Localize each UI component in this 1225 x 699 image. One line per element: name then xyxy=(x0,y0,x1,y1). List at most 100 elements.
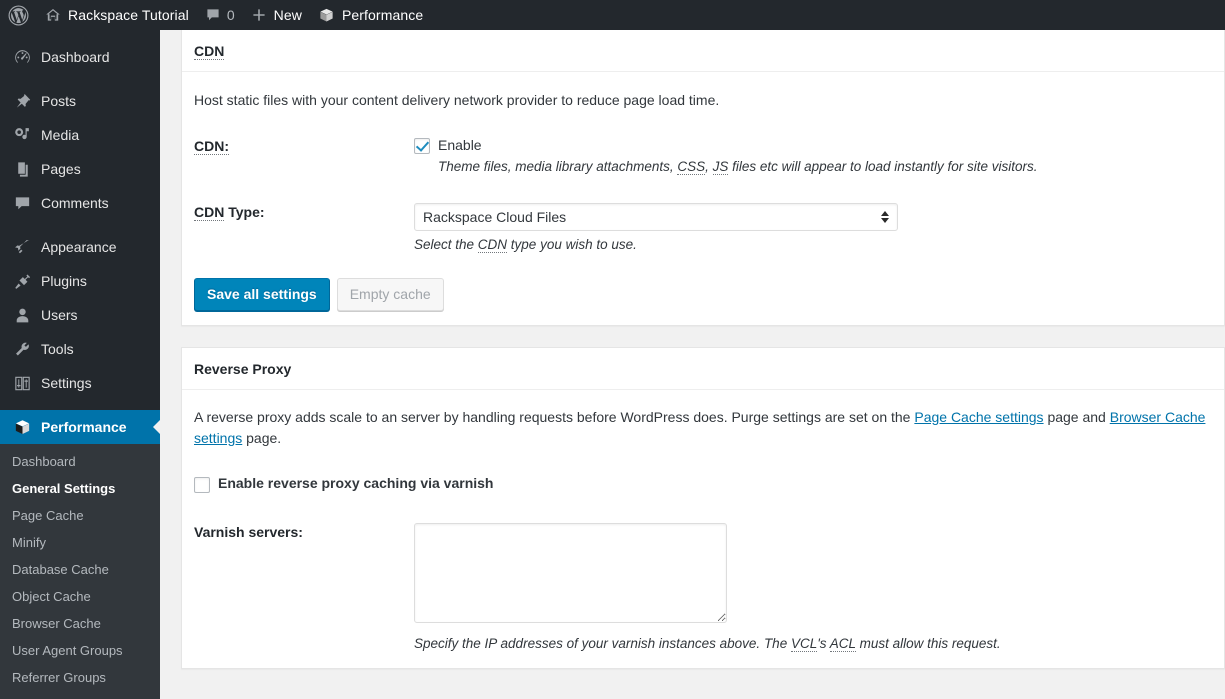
cdn-metabox: CDN Host static files with your content … xyxy=(181,30,1225,327)
reverse-proxy-enable-line: Enable reverse proxy caching via varnish xyxy=(194,475,1212,494)
page-cache-settings-link[interactable]: Page Cache settings xyxy=(914,409,1043,425)
cdn-type-hint: Select the CDN type you wish to use. xyxy=(414,235,1212,255)
sidebar-item-label: Posts xyxy=(41,93,77,109)
vcl-abbr: VCL xyxy=(790,636,818,653)
plug-icon xyxy=(12,271,32,291)
main-content: CDN Host static files with your content … xyxy=(160,30,1225,690)
varnish-servers-hint: Specify the IP addresses of your varnish… xyxy=(414,634,1212,654)
sidebar-subitem-database-cache[interactable]: Database Cache xyxy=(0,556,160,583)
menu-separator xyxy=(0,220,160,230)
sidebar-subitem-referrer-groups[interactable]: Referrer Groups xyxy=(0,664,160,691)
sidebar-item-label: Users xyxy=(41,307,78,323)
cdn-type-field: Rackspace Cloud Files Select the CDN typ… xyxy=(414,202,1212,255)
sidebar-item-appearance[interactable]: Appearance xyxy=(0,230,160,264)
sidebar-item-dashboard[interactable]: Dashboard xyxy=(0,40,160,74)
cdn-type-select-wrap: Rackspace Cloud Files xyxy=(414,202,898,231)
rp-desc-post: page. xyxy=(242,430,282,447)
sliders-icon xyxy=(12,373,32,393)
media-music-icon xyxy=(12,125,32,145)
admin-sidebar: Dashboard Posts Media Pages Comments App… xyxy=(0,30,161,699)
site-name-menu[interactable]: Rackspace Tutorial xyxy=(37,0,197,30)
varnish-servers-field: Specify the IP addresses of your varnish… xyxy=(414,523,1212,654)
cdn-type-select[interactable]: Rackspace Cloud Files xyxy=(414,202,898,231)
new-content-label: New xyxy=(273,7,302,23)
cdn-enable-row: CDN: Enable Theme files, media library a… xyxy=(194,137,1212,177)
sidebar-item-performance[interactable]: Performance xyxy=(0,410,161,444)
performance-submenu: Dashboard General Settings Page Cache Mi… xyxy=(0,444,160,699)
comment-bubble-icon xyxy=(12,193,32,213)
wordpress-logo-button[interactable] xyxy=(0,0,37,30)
varnish-servers-textarea[interactable] xyxy=(414,523,727,624)
rp-desc-pre: A reverse proxy adds scale to an server … xyxy=(194,409,915,426)
plus-icon xyxy=(251,7,267,23)
sidebar-item-label: Pages xyxy=(41,161,81,177)
sidebar-item-label: Plugins xyxy=(41,273,87,289)
cdn-enable-hint: Theme files, media library attachments, … xyxy=(438,157,1212,177)
varnish-servers-row: Varnish servers: Specify the IP addresse… xyxy=(194,523,1212,654)
cdn-metabox-title: CDN xyxy=(182,30,1224,72)
sidebar-item-pages[interactable]: Pages xyxy=(0,152,160,186)
performance-label: Performance xyxy=(341,7,424,23)
rp-desc-mid: page and xyxy=(1043,409,1110,426)
menu-separator xyxy=(0,400,160,410)
sidebar-item-comments[interactable]: Comments xyxy=(0,186,160,220)
sidebar-item-label: Dashboard xyxy=(41,49,110,65)
menu-separator xyxy=(0,74,160,84)
varnish-hint-pre: Specify the IP addresses of your varnish… xyxy=(414,636,791,652)
sidebar-item-label: Performance xyxy=(41,419,127,435)
admin-bar: Rackspace Tutorial 0 New Performance xyxy=(0,0,1225,30)
cdn-button-row: Save all settings Empty cache xyxy=(194,278,1212,312)
sidebar-item-label: Settings xyxy=(41,375,92,391)
sidebar-item-users[interactable]: Users xyxy=(0,298,160,332)
varnish-hint-mid: 's xyxy=(817,636,830,652)
sidebar-subitem-user-agent-groups[interactable]: User Agent Groups xyxy=(0,637,160,664)
cdn-hint-post: files etc will appear to load instantly … xyxy=(728,159,1038,174)
cdn-enable-label: CDN: xyxy=(194,137,414,177)
wrench-icon xyxy=(12,339,32,359)
cdn-type-hint-post: type you wish to use. xyxy=(507,236,637,252)
cdn-enable-checkbox-line: Enable xyxy=(414,137,1212,154)
sidebar-subitem-general-settings[interactable]: General Settings xyxy=(0,475,160,502)
cdn-enable-field: Enable Theme files, media library attach… xyxy=(414,137,1212,177)
performance-menu[interactable]: Performance xyxy=(310,0,431,30)
new-content-menu[interactable]: New xyxy=(243,0,310,30)
w3tc-cube-icon xyxy=(318,7,335,24)
sidebar-item-posts[interactable]: Posts xyxy=(0,84,160,118)
sidebar-subitem-dashboard[interactable]: Dashboard xyxy=(0,448,160,475)
acl-abbr: ACL xyxy=(829,636,856,653)
reverse-proxy-enable-label[interactable]: Enable reverse proxy caching via varnish xyxy=(218,475,493,491)
css-abbr: CSS xyxy=(677,159,706,175)
paintbrush-icon xyxy=(12,237,32,257)
sidebar-item-settings[interactable]: Settings xyxy=(0,366,160,400)
sidebar-item-label: Comments xyxy=(41,195,109,211)
cdn-type-label-abbr: CDN xyxy=(194,203,225,221)
save-all-settings-button[interactable]: Save all settings xyxy=(194,278,330,312)
comments-menu[interactable]: 0 xyxy=(197,0,243,30)
reverse-proxy-title: Reverse Proxy xyxy=(182,348,1224,391)
js-abbr: JS xyxy=(712,159,729,175)
reverse-proxy-description: A reverse proxy adds scale to an server … xyxy=(194,407,1212,449)
sidebar-item-media[interactable]: Media xyxy=(0,118,160,152)
cdn-hint-pre: Theme files, media library attachments, xyxy=(438,159,678,174)
sidebar-subitem-minify[interactable]: Minify xyxy=(0,529,160,556)
reverse-proxy-enable-checkbox[interactable] xyxy=(194,477,210,494)
comment-bubble-icon xyxy=(205,7,221,23)
sidebar-item-label: Media xyxy=(41,127,80,143)
sidebar-item-plugins[interactable]: Plugins xyxy=(0,264,160,298)
cdn-hint-abbr: CDN xyxy=(477,236,508,253)
sidebar-subitem-page-cache[interactable]: Page Cache xyxy=(0,502,160,529)
sidebar-item-tools[interactable]: Tools xyxy=(0,332,160,366)
cdn-description: Host static files with your content deli… xyxy=(194,92,720,108)
cdn-type-row: CDN Type: Rackspace Cloud Files Select t… xyxy=(194,202,1212,255)
cdn-enable-checkbox[interactable] xyxy=(414,138,430,154)
cdn-hint-mid: , xyxy=(705,159,713,174)
pushpin-icon xyxy=(12,91,32,111)
cdn-enable-checkbox-label[interactable]: Enable xyxy=(438,137,482,153)
w3tc-cube-icon xyxy=(12,417,32,437)
home-icon xyxy=(45,7,61,23)
sidebar-subitem-object-cache[interactable]: Object Cache xyxy=(0,583,160,610)
reverse-proxy-metabox: Reverse Proxy A reverse proxy adds scale… xyxy=(181,347,1225,669)
cdn-title-abbr: CDN xyxy=(194,43,225,60)
sidebar-subitem-browser-cache[interactable]: Browser Cache xyxy=(0,610,160,637)
empty-cache-button[interactable]: Empty cache xyxy=(336,278,444,312)
